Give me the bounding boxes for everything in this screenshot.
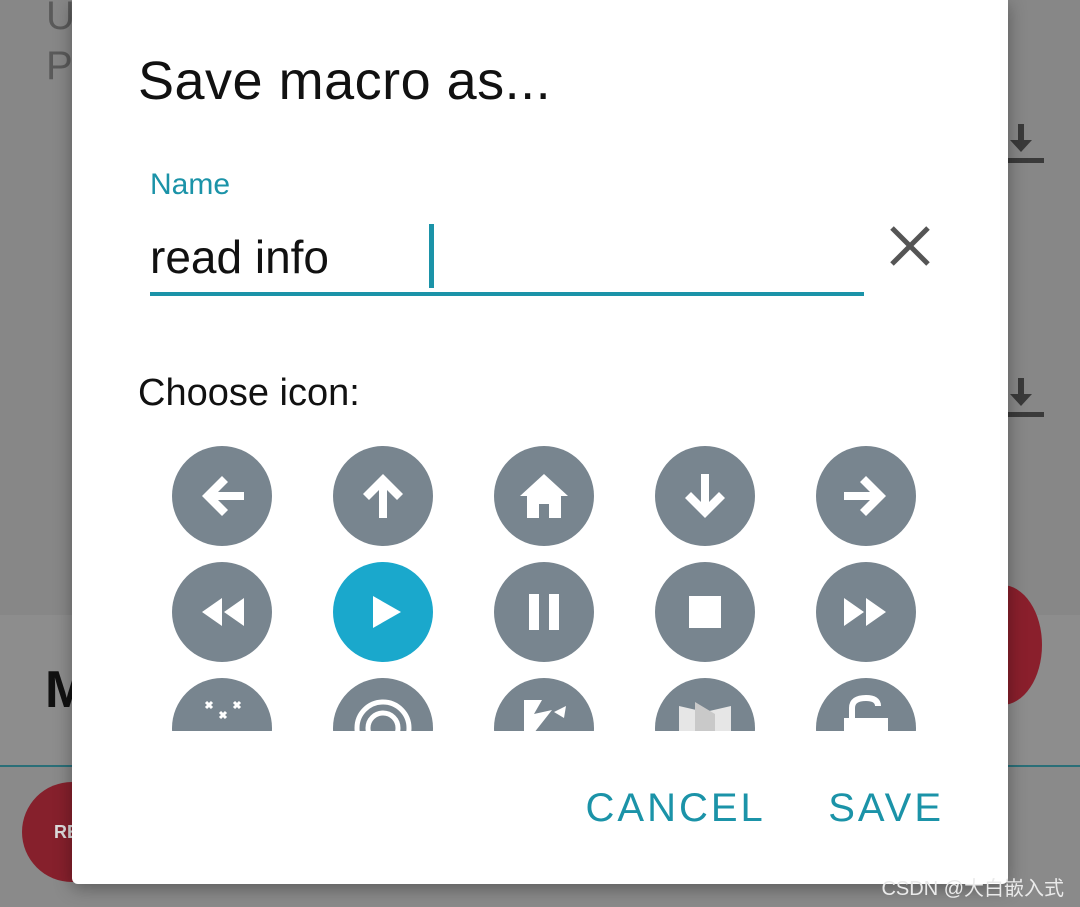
magic-wand-icon	[204, 700, 242, 720]
icon-option-arrow-up[interactable]	[333, 446, 433, 546]
icon-option-arrow-down[interactable]	[655, 446, 755, 546]
clear-text-button[interactable]	[882, 218, 938, 274]
icon-option-shield[interactable]	[655, 678, 755, 731]
home-icon	[520, 474, 568, 518]
text-cursor	[429, 224, 434, 288]
arrow-down-icon	[685, 474, 725, 518]
background-text-p: P	[46, 44, 73, 88]
choose-icon-label: Choose icon:	[138, 372, 360, 414]
icon-option-play[interactable]	[333, 562, 433, 662]
fast-forward-icon	[844, 598, 886, 626]
stop-icon	[689, 596, 721, 628]
icon-option-target[interactable]	[333, 678, 433, 731]
icon-option-lightning[interactable]	[494, 678, 594, 731]
save-macro-dialog: Save macro as... Name Choose icon:	[72, 0, 1008, 884]
icon-option-unlock[interactable]	[816, 678, 916, 731]
icon-option-arrow-left[interactable]	[172, 446, 272, 546]
download-icon	[1008, 378, 1044, 418]
name-input[interactable]	[150, 222, 864, 296]
background-text-u: U	[46, 0, 75, 38]
play-icon	[373, 596, 401, 628]
unlock-icon	[844, 694, 888, 731]
shield-icon	[679, 702, 731, 731]
lightning-icon	[524, 700, 566, 731]
dialog-actions: CANCEL SAVE	[528, 786, 944, 831]
icon-option-home[interactable]	[494, 446, 594, 546]
icon-option-stop[interactable]	[655, 562, 755, 662]
arrow-up-icon	[363, 474, 403, 518]
pause-icon	[529, 594, 559, 630]
icon-option-fast-forward[interactable]	[816, 562, 916, 662]
cancel-button[interactable]: CANCEL	[586, 786, 766, 831]
watermark: CSDN @大白嵌入式	[881, 878, 1064, 900]
arrow-right-icon	[844, 476, 886, 516]
icon-option-rewind[interactable]	[172, 562, 272, 662]
arrow-left-icon	[202, 476, 244, 516]
save-button[interactable]: SAVE	[828, 786, 944, 831]
dialog-title: Save macro as...	[138, 51, 552, 111]
name-field-label: Name	[150, 168, 231, 201]
icon-option-pause[interactable]	[494, 562, 594, 662]
download-icon	[1008, 124, 1044, 164]
icon-option-magic-wand[interactable]	[172, 678, 272, 731]
icon-option-arrow-right[interactable]	[816, 446, 916, 546]
rewind-icon	[202, 598, 244, 626]
target-icon	[354, 699, 412, 731]
icon-grid	[172, 446, 916, 731]
close-icon	[890, 226, 930, 266]
